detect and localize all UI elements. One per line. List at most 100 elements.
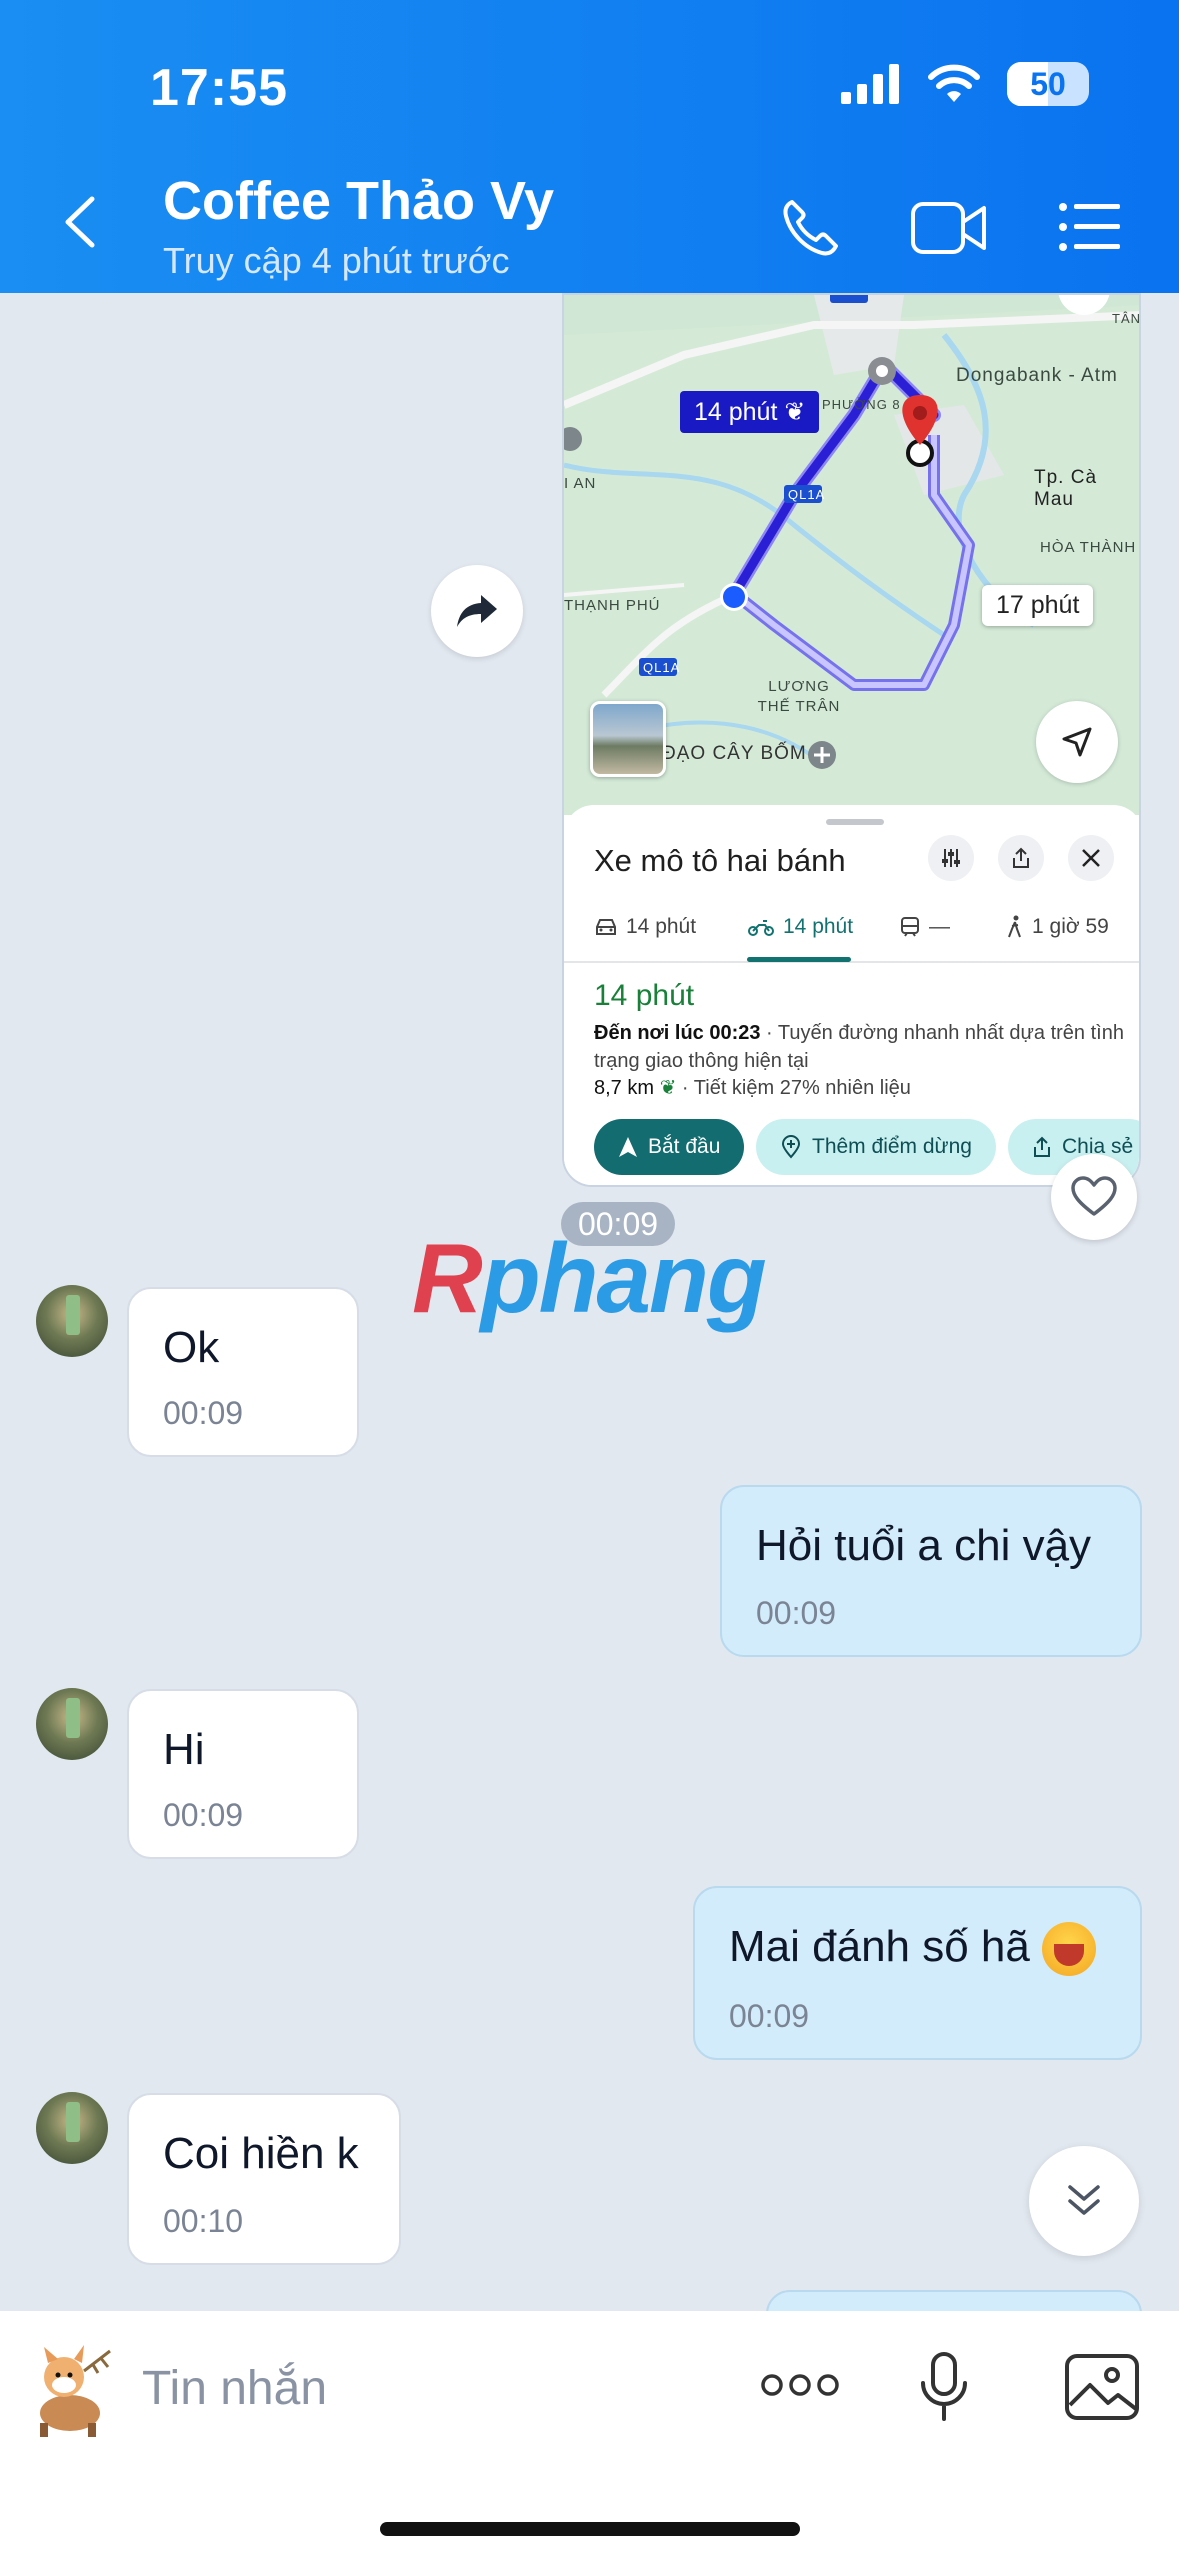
- message-bubble-incoming[interactable]: Hi 00:09: [127, 1689, 359, 1859]
- road-label: QL1A: [788, 487, 826, 502]
- walk-icon: [1008, 915, 1021, 938]
- status-time: 17:55: [150, 59, 288, 117]
- watermark-logo: Rphang: [412, 1222, 767, 1335]
- message-text: Mai đánh số hã: [729, 1922, 1097, 1977]
- forward-button[interactable]: [431, 565, 523, 657]
- share-icon: [1034, 1136, 1050, 1157]
- message-bubble-outgoing[interactable]: Hỏi tuổi a chi vậy 00:09: [720, 1485, 1142, 1657]
- route-distance-info: 8,7 km ❦ · Tiết kiệm 27% nhiên liệu: [594, 1075, 911, 1100]
- react-heart-button[interactable]: [1051, 1154, 1137, 1240]
- route-options-button[interactable]: [928, 835, 974, 881]
- tab-motorbike[interactable]: 14 phút: [747, 915, 853, 939]
- composer-bar: Tin nhắn: [0, 2311, 1179, 2556]
- message-time: 00:09: [163, 1797, 244, 1833]
- share-route-button[interactable]: [998, 835, 1044, 881]
- message-bubble-incoming[interactable]: Coi hiền k 00:10: [127, 2093, 401, 2265]
- wifi-icon: [928, 64, 980, 102]
- area-label: THẠNH PHÚ: [564, 597, 661, 614]
- tab-walk[interactable]: 1 giờ 59: [1006, 915, 1109, 939]
- video-call-icon[interactable]: [910, 198, 988, 258]
- fuel-leaf-icon: ❦: [659, 1077, 677, 1099]
- start-label: Bắt đầu: [648, 1135, 721, 1158]
- arrival-info: Đến nơi lúc 00:23 · Tuyến đường nhanh nh…: [594, 1019, 1124, 1075]
- share-icon: [1013, 847, 1029, 868]
- signal-icon: [841, 64, 899, 104]
- transit-icon: [901, 917, 919, 937]
- travel-mode-title: Xe mô tô hai bánh: [594, 843, 846, 878]
- message-bubble-outgoing[interactable]: Mai đánh số hã 00:09: [693, 1886, 1142, 2060]
- drag-handle[interactable]: [826, 819, 884, 825]
- street-view-thumbnail[interactable]: [590, 701, 666, 777]
- poi-label: Dongabank - Atm: [956, 365, 1118, 386]
- add-stop-label: Thêm điểm dừng: [812, 1135, 972, 1158]
- route-distance: 8,7 km: [594, 1077, 655, 1099]
- close-icon: [1082, 849, 1100, 867]
- status-icons: 50: [841, 62, 1089, 106]
- sticker-icon[interactable]: [22, 2341, 122, 2441]
- avatar[interactable]: [36, 2092, 108, 2164]
- area-label: PHƯỜNG 8: [822, 397, 901, 412]
- area-label: LƯƠNG THẾ TRÂN: [757, 678, 841, 715]
- double-chevron-down-icon: [1068, 2185, 1100, 2215]
- microphone-icon[interactable]: [918, 2351, 970, 2423]
- chat-header: 17:55 50 Coffee Thảo Vy Truy cập 4 phút …: [0, 0, 1179, 293]
- tab-motorbike-label: 14 phút: [783, 915, 854, 938]
- heart-icon: [1071, 1176, 1117, 1216]
- last-seen: Truy cập 4 phút trước: [163, 240, 510, 281]
- menu-list-icon[interactable]: [1058, 202, 1122, 252]
- tab-walk-label: 1 giờ 59: [1032, 915, 1109, 938]
- tab-car[interactable]: 14 phút: [594, 915, 696, 939]
- message-text: Hỏi tuổi a chi vậy: [756, 1521, 1092, 1570]
- navigate-location-button[interactable]: [1036, 701, 1118, 783]
- forward-arrow-icon: [457, 595, 497, 627]
- route-eta: 14 phút: [594, 979, 695, 1012]
- route-eta-tag[interactable]: 14 phút ❦: [680, 391, 820, 433]
- area-label: I AN: [564, 475, 597, 492]
- scroll-to-bottom-button[interactable]: [1029, 2146, 1139, 2256]
- chat-title[interactable]: Coffee Thảo Vy: [163, 170, 554, 232]
- arrival-time: Đến nơi lúc 00:23: [594, 1022, 761, 1044]
- phone-call-icon[interactable]: [778, 196, 842, 260]
- start-button[interactable]: Bắt đầu: [594, 1119, 745, 1175]
- avatar[interactable]: [36, 1285, 108, 1357]
- message-bubble-incoming[interactable]: Ok 00:09: [127, 1287, 359, 1457]
- tab-transit-label: —: [929, 915, 950, 938]
- active-tab-indicator: [747, 957, 851, 962]
- map-screenshot-message[interactable]: QL1A QL1A Dongabank - Atm Tp. Cà Mau HÒA…: [562, 293, 1141, 1187]
- avatar[interactable]: [36, 1688, 108, 1760]
- close-panel-button[interactable]: [1068, 835, 1114, 881]
- sliders-icon: [942, 849, 960, 867]
- back-arrow-icon[interactable]: [62, 195, 98, 249]
- laughing-emoji-icon: [1042, 1922, 1097, 1977]
- message-time: 00:09: [729, 1998, 810, 2034]
- travel-mode-tabs: 14 phút 14 phút — 1 giờ 59: [564, 905, 1139, 963]
- image-gallery-icon[interactable]: [1064, 2353, 1140, 2421]
- area-label: HÒA THÀNH: [1040, 539, 1137, 556]
- tab-car-label: 14 phút: [626, 915, 697, 938]
- battery-icon: 50: [1007, 62, 1089, 106]
- route-eta-primary: 14 phút: [694, 398, 778, 426]
- fuel-saving: · Tiết kiệm 27% nhiên liệu: [676, 1077, 911, 1099]
- tab-transit[interactable]: —: [899, 915, 950, 939]
- alt-route-eta-tag[interactable]: 17 phút: [982, 585, 1094, 626]
- message-text: Coi hiền k: [163, 2129, 359, 2178]
- home-indicator[interactable]: [380, 2522, 800, 2536]
- watermark-rest: phang: [480, 1223, 767, 1333]
- more-options-icon[interactable]: [760, 2373, 840, 2397]
- message-time: 00:09: [756, 1595, 837, 1631]
- add-location-icon: [781, 1135, 801, 1159]
- car-icon: [596, 919, 616, 935]
- battery-level: 50: [1030, 66, 1066, 102]
- poi-label: ĐẠO CÂY BỐM: [662, 743, 807, 764]
- eco-leaf-icon: ❦: [784, 398, 806, 426]
- message-input[interactable]: Tin nhắn: [142, 2361, 327, 2416]
- watermark-first: R: [412, 1223, 483, 1333]
- road-label: QL1A: [643, 660, 681, 675]
- city-label: Tp. Cà Mau: [1034, 467, 1098, 510]
- message-time: 00:09: [163, 1395, 244, 1431]
- route-map[interactable]: QL1A QL1A Dongabank - Atm Tp. Cà Mau HÒA…: [564, 295, 1139, 815]
- directions-panel: Xe mô tô hai bánh 14 phút 14 phút — 1 gi…: [564, 805, 1139, 1185]
- message-time: 00:10: [163, 2203, 244, 2239]
- navigation-arrow-icon: [619, 1137, 637, 1157]
- add-stop-button[interactable]: Thêm điểm dừng: [756, 1119, 996, 1175]
